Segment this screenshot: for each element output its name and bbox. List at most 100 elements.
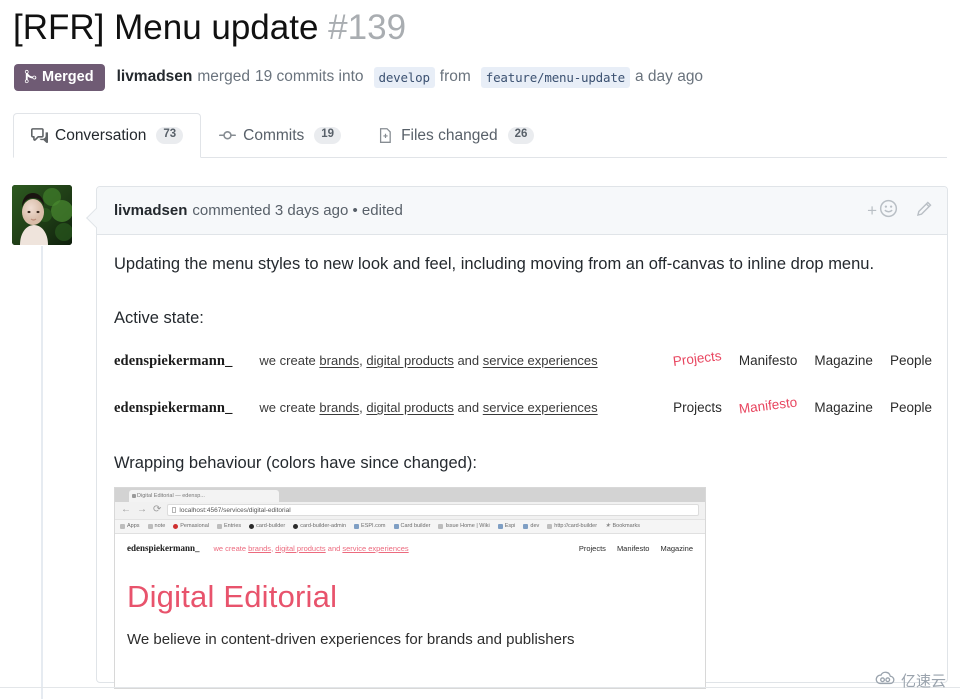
tab-commits-label: Commits: [243, 127, 304, 145]
comment-paragraph-2: Active state:: [114, 306, 930, 332]
bookmark-card-builder-url[interactable]: http://card-builder: [547, 523, 597, 529]
head-branch-chip[interactable]: feature/menu-update: [481, 67, 630, 88]
tab-commits[interactable]: Commits 19: [201, 113, 359, 158]
mock-tagline-link-brands[interactable]: brands: [319, 400, 359, 415]
mock-tagline-link-digital-products[interactable]: digital products: [366, 353, 453, 368]
merged-verb: merged: [197, 68, 250, 86]
bookmark-dev[interactable]: dev: [523, 523, 539, 529]
mock-tagline-link-service-experiences[interactable]: service experiences: [483, 400, 598, 415]
bookmark-card-builder-admin[interactable]: card-builder-admin: [293, 523, 346, 529]
tab-conversation-count: 73: [156, 127, 183, 144]
tab-files-changed[interactable]: Files changed 26: [359, 113, 552, 158]
bookmark-card-builder[interactable]: card-builder: [249, 523, 285, 529]
bookmark-note[interactable]: note: [148, 523, 166, 529]
mock-nav-people[interactable]: People: [890, 353, 932, 368]
plus-icon: +: [867, 202, 877, 219]
folder-icon: [354, 524, 359, 529]
folder-icon: [394, 524, 399, 529]
dot-icon: [173, 524, 178, 529]
browser-url-text: localhost:4567/services/digital-editoria…: [179, 507, 290, 514]
browser-page-tagline: we create brands, digital products and s…: [214, 544, 409, 553]
mock-nav-people[interactable]: People: [890, 400, 932, 415]
mock-tagline: we create brands, digital products and s…: [259, 353, 597, 368]
mock-nav-magazine[interactable]: Magazine: [814, 353, 873, 368]
page-icon: [148, 524, 153, 529]
comment-author[interactable]: livmadsen: [114, 202, 187, 219]
browser-nav-manifesto[interactable]: Manifesto: [617, 544, 650, 553]
mock-nav-projects[interactable]: Projects: [673, 400, 722, 415]
mock-logo: edenspiekermann_: [114, 353, 232, 370]
bookmark-entries[interactable]: Entries: [217, 523, 241, 529]
folder-icon: [498, 524, 503, 529]
pr-meta-row: Merged livmadsen merged 19 commits into …: [14, 62, 703, 92]
comment-body: Updating the menu styles to new look and…: [97, 235, 947, 689]
browser-page-headline: Digital Editorial: [127, 579, 693, 615]
menu-mock-active-projects: edenspiekermann_ we create brands, digit…: [114, 353, 932, 370]
base-branch-chip[interactable]: develop: [374, 67, 435, 88]
comment-separator: •: [352, 202, 357, 219]
mock-tagline-link-service-experiences[interactable]: service experiences: [483, 353, 598, 368]
tab-commits-count: 19: [314, 127, 341, 144]
bookmark-label: note: [155, 523, 166, 529]
arrow-left-icon[interactable]: ←: [121, 505, 131, 515]
mock-nav-magazine[interactable]: Magazine: [814, 400, 873, 415]
edit-comment-button[interactable]: [915, 200, 933, 222]
browser-nav-projects[interactable]: Projects: [579, 544, 606, 553]
reload-icon[interactable]: ⟳: [153, 505, 161, 515]
bookmark-apps[interactable]: Apps: [120, 523, 140, 529]
browser-tagline-link-brands[interactable]: brands: [248, 544, 271, 553]
browser-page-logo: edenspiekermann_: [127, 543, 200, 553]
bookmark-label: Card builder: [401, 523, 431, 529]
mock-nav-projects[interactable]: Projects: [672, 348, 722, 369]
bookmark-pemasional[interactable]: Pemasional: [173, 523, 209, 529]
tab-conversation-label: Conversation: [55, 127, 146, 145]
browser-page-menu: Projects Manifesto Magazine: [579, 544, 693, 553]
bookmark-espi-com[interactable]: ESPI.com: [354, 523, 385, 529]
mock-tagline: we create brands, digital products and s…: [259, 400, 597, 415]
folder-icon: [523, 524, 528, 529]
comment-discussion-icon: [31, 127, 48, 144]
mock-nav-manifesto[interactable]: Manifesto: [739, 353, 798, 368]
bottom-divider: [0, 687, 960, 688]
gear-icon: [217, 524, 222, 529]
bookmark-card-builder-2[interactable]: Card builder: [394, 523, 431, 529]
browser-tagline-link-service-experiences[interactable]: service experiences: [342, 544, 408, 553]
mock-tagline-link-brands[interactable]: brands: [319, 353, 359, 368]
comment-timestamp: 3 days ago: [275, 202, 348, 219]
add-reaction-button[interactable]: +: [867, 199, 898, 222]
bookmark-label: dev: [530, 523, 539, 529]
merged-timestamp: a day ago: [635, 68, 703, 86]
browser-tagline-link-digital-products[interactable]: digital products: [275, 544, 325, 553]
bookmark-bookmarks-folder[interactable]: ★Bookmarks: [605, 523, 640, 529]
mock-tagline-link-digital-products[interactable]: digital products: [366, 400, 453, 415]
bookmark-label: Pemasional: [180, 523, 209, 529]
browser-page-nav: edenspiekermann_ we create brands, digit…: [127, 543, 693, 553]
bookmark-label: Apps: [127, 523, 140, 529]
browser-url-input[interactable]: localhost:4567/services/digital-editoria…: [167, 504, 699, 516]
arrow-right-icon: →: [137, 505, 147, 515]
github-icon: [293, 524, 298, 529]
browser-nav-magazine[interactable]: Magazine: [660, 544, 693, 553]
from-word: from: [440, 68, 471, 86]
browser-tagline-prefix: we create: [214, 544, 249, 553]
pr-tab-bar: Conversation 73 Commits 19 Files changed…: [13, 112, 947, 158]
merge-icon: [24, 69, 37, 84]
bookmark-label: http://card-builder: [554, 523, 597, 529]
page-doc-icon: [172, 507, 176, 513]
avatar[interactable]: [12, 185, 72, 245]
bookmark-issue-home-wiki[interactable]: Issue Home | Wiki: [438, 523, 489, 529]
pull-request-page: [RFR] Menu update #139 Merged livmadsen …: [0, 0, 960, 699]
tab-files-changed-label: Files changed: [401, 127, 498, 145]
comment-header: livmadsen commented 3 days ago • edited …: [97, 187, 947, 235]
mock-tagline-and: and: [454, 400, 483, 415]
status-badge-label: Merged: [42, 69, 94, 85]
bookmark-label: card-builder-admin: [300, 523, 346, 529]
merged-by-user[interactable]: livmadsen: [117, 68, 193, 86]
mock-nav: Projects Manifesto Magazine People: [673, 400, 932, 415]
tab-conversation[interactable]: Conversation 73: [13, 113, 201, 158]
tab-files-changed-count: 26: [508, 127, 535, 144]
comment-card: livmadsen commented 3 days ago • edited …: [96, 186, 948, 683]
mock-nav-manifesto[interactable]: Manifesto: [738, 395, 798, 417]
browser-tab-bar: Digital Editorial — edensp...: [115, 488, 705, 502]
bookmark-espi[interactable]: Espi: [498, 523, 516, 529]
